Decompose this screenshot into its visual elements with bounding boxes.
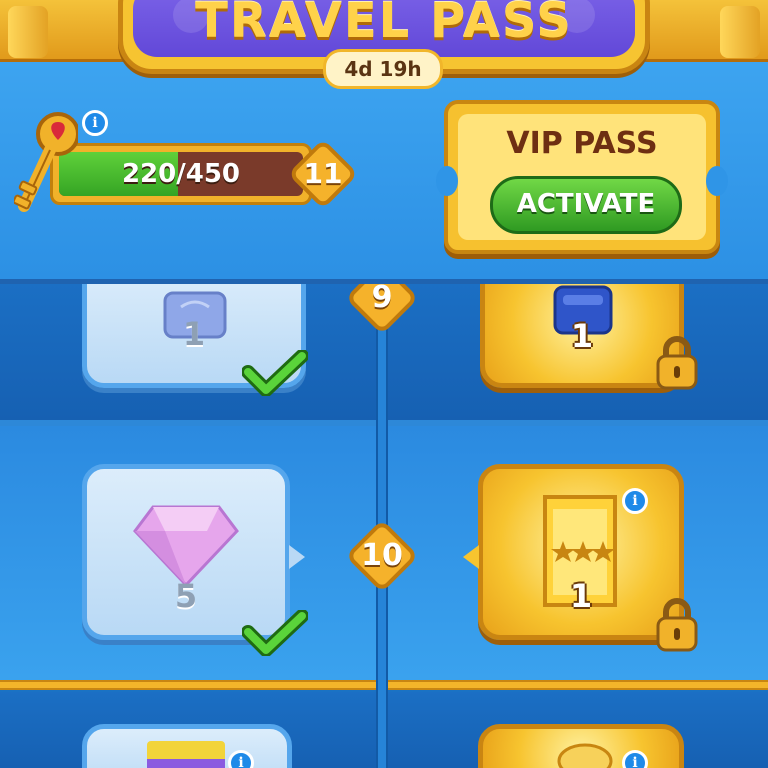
pink-gem-icon (133, 505, 239, 588)
title-banner: TRAVEL PASS 4d 19h (0, 0, 768, 90)
checkmark-icon (242, 350, 308, 396)
vip-reward-card-11[interactable] (478, 724, 684, 768)
page-title: TRAVEL PASS (195, 0, 573, 49)
pointer-arrow (289, 545, 305, 569)
rainbow-card-icon (147, 741, 225, 768)
checkmark-icon (242, 610, 308, 656)
gold-reward-icon (557, 743, 613, 768)
level-badge-10: 10 (342, 516, 422, 596)
progress-label: 220/450 (121, 159, 241, 189)
padlock-icon (656, 336, 698, 390)
key-icon (14, 112, 78, 212)
activate-button[interactable]: ACTIVATE (490, 176, 682, 234)
free-reward-card-11[interactable] (82, 724, 292, 768)
vip-pass-ticket: VIP PASS ACTIVATE (436, 100, 728, 254)
pointer-arrow (463, 545, 479, 569)
vip-pass-title: VIP PASS (506, 126, 658, 161)
level-number: 10 (361, 538, 403, 573)
padlock-icon (656, 598, 698, 652)
reward-count: 1 (569, 577, 593, 615)
time-remaining-badge: 4d 19h (323, 49, 443, 89)
xp-progress-bar: 220/450 (50, 143, 312, 205)
current-level-number: 11 (303, 157, 343, 190)
current-level-badge: 11 (286, 137, 360, 211)
reward-count: 1 (570, 317, 594, 355)
info-icon[interactable]: i (622, 488, 648, 514)
reward-count: 1 (182, 315, 206, 353)
info-icon[interactable]: i (82, 110, 108, 136)
